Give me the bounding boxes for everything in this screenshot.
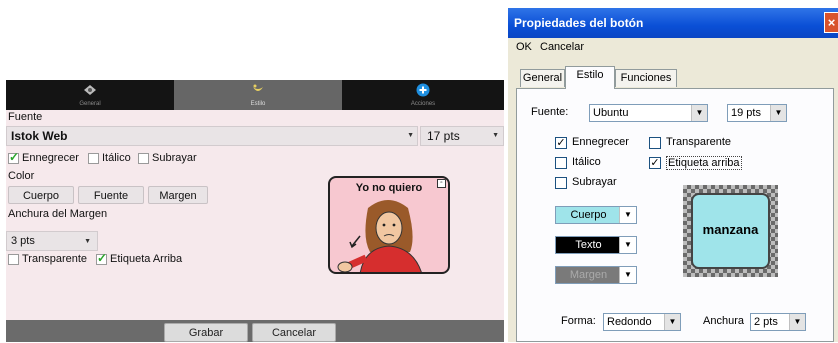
body-color-label: Cuerpo	[556, 207, 621, 223]
margin-color-label: Margen	[556, 267, 621, 283]
font-select-value: Istok Web	[11, 129, 68, 143]
tab-bar: General Estilo Acciones	[6, 80, 504, 110]
button-preview: manzana	[683, 185, 778, 277]
font-size-select[interactable]: 19 pts ▼	[727, 104, 787, 122]
label-top-label: Etiqueta arriba	[666, 156, 742, 170]
italic-label: Itálico	[572, 156, 601, 168]
tab-acciones[interactable]: Acciones	[342, 80, 504, 110]
underline-label: Subrayar	[572, 176, 617, 188]
text-color-label: Texto	[556, 237, 621, 253]
girl-refusing-picture	[337, 200, 422, 272]
transparent-label: Transparente	[22, 253, 88, 265]
shape-select[interactable]: Redondo ▼	[603, 313, 681, 331]
margin-color-select[interactable]: Margen ▼	[555, 266, 637, 284]
corner-icon: ▫	[437, 179, 446, 188]
dropdown-arrow-icon: ▼	[407, 132, 414, 139]
title-bar: Propiedades del botón ×	[508, 8, 838, 38]
dropdown-arrow-icon: ▼	[770, 105, 786, 121]
tab-funciones[interactable]: Funciones	[615, 69, 677, 87]
bold-label: Ennegrecer	[22, 152, 79, 164]
preview-text: manzana	[702, 222, 759, 237]
font-select[interactable]: Istok Web ▼	[6, 126, 418, 146]
dropdown-arrow-icon: ▼	[84, 238, 91, 245]
preview-body: manzana	[691, 193, 770, 269]
width-select[interactable]: 2 pts ▼	[750, 313, 806, 331]
margin-width-value: 3 pts	[11, 235, 35, 247]
tab-general-label: General	[79, 101, 101, 107]
dropdown-arrow-icon: ▼	[619, 237, 636, 253]
body-color-button[interactable]: Cuerpo	[8, 186, 74, 204]
font-select[interactable]: Ubuntu ▼	[589, 104, 708, 122]
font-color-button[interactable]: Fuente	[78, 186, 144, 204]
dropdown-arrow-icon: ▼	[664, 314, 680, 330]
italic-checkbox[interactable]	[88, 153, 99, 164]
dropdown-arrow-icon: ▼	[619, 207, 636, 223]
bold-label: Ennegrecer	[572, 136, 629, 148]
menu-cancel[interactable]: Cancelar	[540, 41, 584, 53]
transparent-checkbox[interactable]	[649, 137, 661, 149]
font-size-value: 17 pts	[427, 129, 460, 143]
tab-estilo-label: Estilo	[250, 101, 266, 107]
style-icon	[253, 84, 263, 91]
underline-label: Subrayar	[152, 152, 197, 164]
shape-label: Forma:	[561, 315, 596, 327]
font-select-value: Ubuntu	[593, 107, 629, 119]
tab-acciones-label: Acciones	[410, 101, 436, 107]
menu-ok[interactable]: OK	[516, 41, 532, 53]
text-color-select[interactable]: Texto ▼	[555, 236, 637, 254]
bottom-bar: Grabar Cancelar	[6, 320, 504, 342]
font-size-select[interactable]: 17 pts ▼	[420, 126, 504, 146]
font-size-value: 19 pts	[731, 107, 761, 119]
dropdown-arrow-icon: ▼	[691, 105, 707, 121]
transparent-label: Transparente	[666, 136, 732, 148]
italic-label: Itálico	[102, 152, 131, 164]
cancel-button[interactable]: Cancelar	[252, 323, 336, 342]
style-tab-page: Fuente: Ubuntu ▼ 19 pts ▼ ✓ Ennegrecer T…	[516, 88, 834, 342]
width-label: Anchura	[703, 315, 744, 327]
dropdown-arrow-icon: ▼	[492, 132, 499, 139]
tab-estilo[interactable]: Estilo	[174, 80, 342, 110]
transparent-checkbox[interactable]	[8, 254, 19, 265]
tab-strip: General Estilo Funciones	[516, 63, 834, 89]
checkmark-icon: ✓	[9, 150, 20, 164]
checkmark-icon: ✓	[97, 251, 108, 265]
font-label: Fuente:	[531, 106, 569, 118]
tab-estilo[interactable]: Estilo	[565, 66, 615, 89]
button-preview: Yo no quiero ▫	[328, 176, 450, 274]
tab-general[interactable]: General	[520, 69, 565, 87]
dropdown-arrow-icon: ▼	[789, 314, 805, 330]
preview-label: Yo no quiero	[355, 182, 423, 194]
margin-color-button[interactable]: Margen	[148, 186, 208, 204]
margin-width-heading: Anchura del Margen	[8, 208, 108, 220]
underline-checkbox[interactable]	[555, 177, 567, 189]
label-top-checkbox[interactable]: ✓	[649, 157, 661, 169]
body-color-select[interactable]: Cuerpo ▼	[555, 206, 637, 224]
underline-checkbox[interactable]	[138, 153, 149, 164]
dropdown-arrow-icon: ▼	[619, 267, 636, 283]
width-value: 2 pts	[754, 316, 778, 328]
italic-checkbox[interactable]	[555, 157, 567, 169]
margin-width-select[interactable]: 3 pts ▼	[6, 231, 98, 251]
label-top-label: Etiqueta Arriba	[110, 253, 183, 265]
general-icon	[84, 85, 96, 95]
save-button[interactable]: Grabar	[164, 323, 248, 342]
android-style-panel: General Estilo Acciones Fuente Istok Web…	[6, 80, 504, 342]
add-icon	[416, 83, 430, 97]
bold-checkbox[interactable]: ✓	[555, 137, 567, 149]
button-properties-dialog: Propiedades del botón × OK Cancelar Gene…	[508, 8, 838, 342]
color-heading: Color	[8, 170, 35, 182]
shape-value: Redondo	[607, 316, 652, 328]
tab-general[interactable]: General	[6, 80, 174, 110]
font-heading: Fuente	[8, 111, 43, 123]
window-title: Propiedades del botón	[514, 16, 644, 30]
close-icon[interactable]: ×	[824, 12, 838, 33]
